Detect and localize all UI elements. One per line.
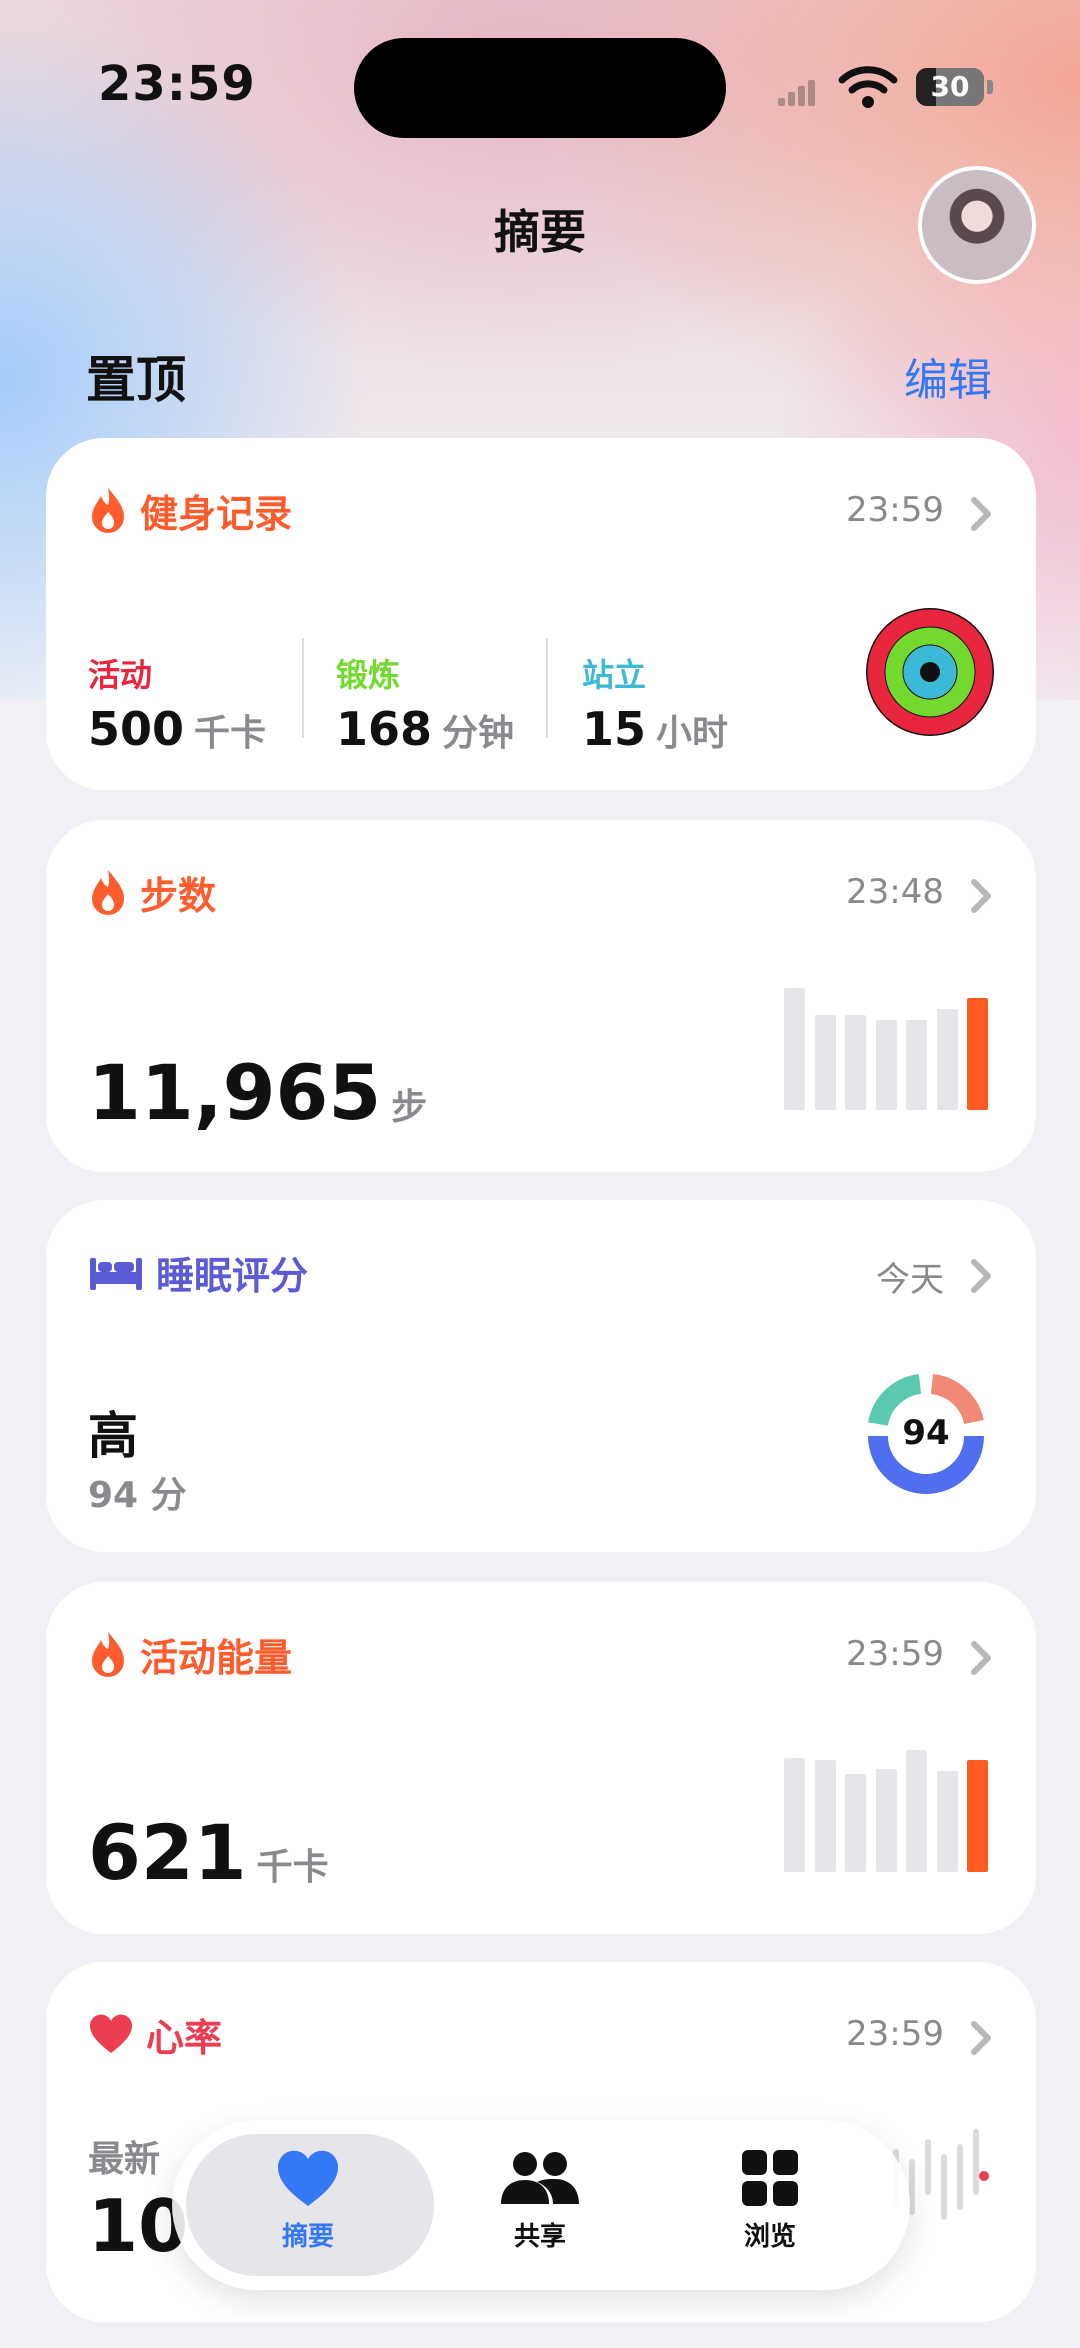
energy-card-title: 活动能量 bbox=[140, 1635, 293, 1680]
energy-bar bbox=[906, 1749, 927, 1872]
battery-icon: 30 bbox=[916, 68, 994, 106]
sleep-score-value: 94 bbox=[902, 1413, 949, 1453]
tab-label: 共享 bbox=[513, 2222, 566, 2252]
activity-rings-icon bbox=[866, 608, 994, 736]
energy-value: 621 bbox=[88, 1808, 247, 1897]
steps-card[interactable]: 步数 23:48 11,965 步 bbox=[46, 820, 1036, 1172]
wifi-icon bbox=[838, 66, 898, 108]
sleep-score-ring: 94 bbox=[868, 1374, 984, 1494]
tab-label: 浏览 bbox=[743, 2222, 796, 2252]
steps-bar bbox=[784, 987, 805, 1110]
tab-summary[interactable]: 摘要 bbox=[208, 2148, 408, 2253]
energy-unit: 千卡 bbox=[256, 1847, 329, 1888]
energy-bar bbox=[845, 1774, 866, 1872]
sleep-card[interactable]: 睡眠评分 今天 高 94 分 94 bbox=[46, 1200, 1036, 1552]
move-value: 500 bbox=[88, 702, 185, 756]
stand-label: 站立 bbox=[582, 656, 647, 694]
steps-bar bbox=[845, 1014, 866, 1110]
heart-card-title: 心率 bbox=[146, 2015, 223, 2060]
energy-sparkline bbox=[784, 1736, 994, 1872]
stand-value: 15 bbox=[582, 702, 647, 756]
cellular-signal-icon bbox=[778, 78, 818, 106]
divider bbox=[546, 638, 548, 738]
battery-level: 30 bbox=[930, 70, 970, 103]
steps-current-bar bbox=[967, 998, 988, 1110]
stand-unit: 小时 bbox=[656, 713, 729, 754]
fitness-card-time: 23:59 bbox=[846, 490, 944, 530]
exercise-label: 锻炼 bbox=[336, 656, 401, 694]
move-metric: 活动 500 千卡 bbox=[88, 650, 266, 756]
active-energy-card[interactable]: 活动能量 23:59 621 千卡 bbox=[46, 1582, 1036, 1934]
energy-card-time: 23:59 bbox=[846, 1634, 944, 1674]
avatar[interactable] bbox=[918, 166, 1036, 284]
chevron-right-icon bbox=[971, 2021, 991, 2055]
energy-bar bbox=[784, 1757, 805, 1872]
chevron-right-icon bbox=[971, 1641, 991, 1675]
move-label: 活动 bbox=[88, 656, 153, 694]
tab-browse[interactable]: 浏览 bbox=[670, 2148, 870, 2253]
energy-bar bbox=[814, 1760, 836, 1872]
heart-card-time: 23:59 bbox=[846, 2014, 944, 2054]
steps-value-row: 11,965 步 bbox=[88, 1048, 427, 1137]
edit-button[interactable]: 编辑 bbox=[904, 344, 992, 408]
sleep-card-title: 睡眠评分 bbox=[156, 1253, 309, 1298]
status-time: 23:59 bbox=[98, 56, 256, 112]
dynamic-island bbox=[354, 38, 726, 138]
sleep-card-time: 今天 bbox=[876, 1260, 944, 1300]
flame-icon bbox=[92, 1632, 124, 1677]
chevron-right-icon bbox=[971, 497, 991, 531]
steps-card-title: 步数 bbox=[140, 873, 217, 918]
heart-icon bbox=[89, 2014, 133, 2053]
people-icon bbox=[501, 2152, 579, 2204]
exercise-unit: 分钟 bbox=[442, 713, 515, 754]
grid-icon bbox=[742, 2150, 798, 2206]
sleep-rating: 高 bbox=[88, 1407, 138, 1465]
flame-icon bbox=[92, 488, 124, 533]
steps-unit: 步 bbox=[391, 1087, 428, 1128]
steps-bar bbox=[875, 1020, 897, 1110]
sleep-score-text: 94 分 bbox=[88, 1475, 187, 1516]
move-unit: 千卡 bbox=[194, 713, 267, 754]
flame-icon bbox=[92, 870, 124, 915]
energy-value-row: 621 千卡 bbox=[88, 1808, 329, 1897]
heart-icon bbox=[277, 2150, 339, 2206]
pinned-section-title: 置顶 bbox=[86, 351, 186, 409]
steps-card-time: 23:48 bbox=[846, 872, 944, 912]
divider bbox=[302, 638, 304, 738]
bed-icon bbox=[90, 1258, 142, 1290]
energy-bar bbox=[936, 1771, 958, 1872]
exercise-metric: 锻炼 168 分钟 bbox=[336, 650, 514, 756]
stand-metric: 站立 15 小时 bbox=[582, 650, 728, 756]
tab-sharing[interactable]: 共享 bbox=[440, 2148, 640, 2253]
chevron-right-icon bbox=[971, 879, 991, 913]
heart-latest-label: 最新 bbox=[88, 2139, 161, 2180]
exercise-value: 168 bbox=[336, 702, 433, 756]
status-bar: 23:59 30 bbox=[0, 0, 1080, 180]
fitness-card[interactable]: 健身记录 23:59 活动 500 千卡 锻炼 168 分钟 站立 15 小时 bbox=[46, 438, 1036, 790]
tab-label: 摘要 bbox=[281, 2222, 334, 2252]
chevron-right-icon bbox=[971, 1259, 991, 1293]
steps-bar bbox=[814, 1014, 836, 1110]
steps-sparkline bbox=[784, 974, 994, 1110]
energy-current-bar bbox=[967, 1760, 988, 1872]
steps-bar bbox=[936, 1009, 958, 1110]
energy-bar bbox=[875, 1768, 897, 1872]
steps-value: 11,965 bbox=[88, 1048, 382, 1137]
fitness-card-title: 健身记录 bbox=[140, 491, 293, 536]
tab-bar: 摘要 共享 浏览 bbox=[172, 2120, 910, 2290]
steps-bar bbox=[906, 1020, 927, 1110]
